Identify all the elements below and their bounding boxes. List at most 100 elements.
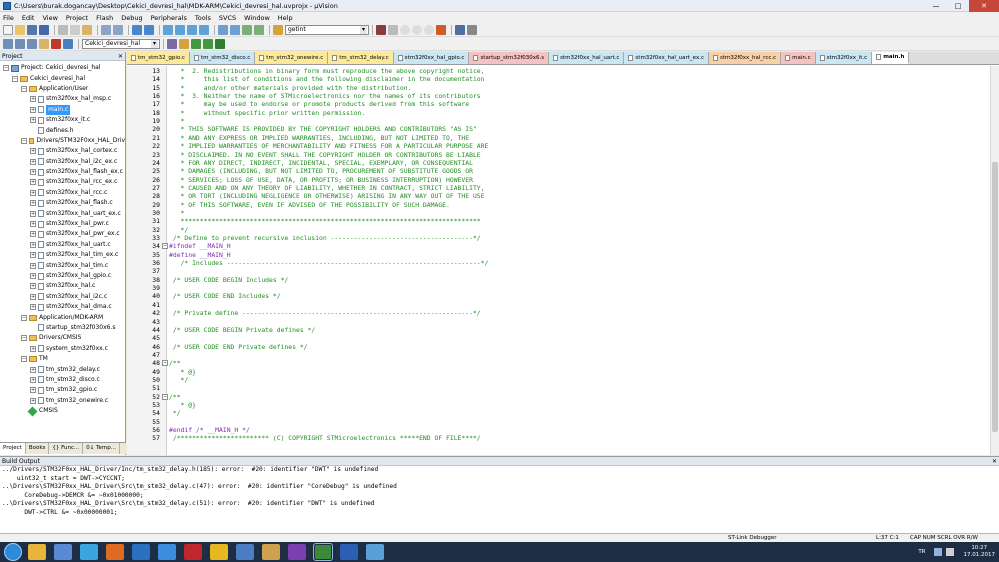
tree-expander-icon[interactable]: − — [12, 75, 18, 82]
editor-tab[interactable]: stm32f0xx_hal_uart.c — [549, 52, 625, 64]
tree-item[interactable]: − Drivers/CMSIS — [0, 333, 125, 343]
editor-tab[interactable]: stm32f0xx_hal_gpio.c — [393, 52, 470, 64]
bookmark-clear-icon[interactable] — [199, 24, 209, 35]
tree-item[interactable]: + stm32f0xx_hal_uart_ex.c — [0, 208, 125, 218]
breakpoint-enable-icon[interactable] — [412, 24, 422, 35]
stop-build-icon[interactable] — [51, 38, 61, 49]
project-panel-tab[interactable]: Project — [0, 443, 26, 454]
tree-item[interactable]: − Drivers/STM32F0xx_HAL_Driv — [0, 136, 125, 146]
find-icon[interactable] — [273, 24, 283, 35]
tree-expander-icon[interactable]: + — [30, 189, 36, 196]
messenger-icon[interactable] — [80, 544, 98, 560]
tree-item[interactable]: + stm32f0xx_hal_tim_ex.c — [0, 250, 125, 260]
tree-item[interactable]: startup_stm32f030x6.s — [0, 323, 125, 333]
tree-expander-icon[interactable]: + — [30, 106, 36, 113]
debug-icon[interactable] — [388, 24, 398, 35]
tree-item[interactable]: + tm_stm32_gpio.c — [0, 385, 125, 395]
tree-item[interactable]: + stm32f0xx_hal_cortex.c — [0, 146, 125, 156]
tree-item[interactable]: + tm_stm32_disco.c — [0, 375, 125, 385]
tree-item[interactable]: − TM — [0, 354, 125, 364]
menu-item-help[interactable]: Help — [278, 14, 293, 22]
tree-item[interactable]: + stm32f0xx_hal.c — [0, 281, 125, 291]
tree-item[interactable]: + stm32f0xx_hal_pwr.c — [0, 219, 125, 229]
editor-tab[interactable]: tm_stm32_delay.c — [328, 52, 394, 64]
comment-icon[interactable] — [242, 24, 252, 35]
breakpoint-icon[interactable] — [400, 24, 410, 35]
tree-expander-icon[interactable]: + — [30, 283, 36, 290]
batch-build-icon[interactable] — [39, 38, 49, 49]
translate-icon[interactable] — [3, 38, 13, 49]
network-icon[interactable] — [236, 544, 254, 560]
download-icon[interactable] — [63, 38, 73, 49]
editor-tab[interactable]: tm_stm32_onewire.c — [255, 52, 329, 64]
save-all-icon[interactable] — [39, 24, 49, 35]
tree-item[interactable]: + stm32f0xx_hal_i2c.c — [0, 292, 125, 302]
tree-expander-icon[interactable]: + — [30, 345, 36, 352]
breakpoint-disable-icon[interactable] — [424, 24, 434, 35]
office-icon[interactable] — [106, 544, 124, 560]
pack-installer-icon[interactable] — [203, 38, 213, 49]
monitor-icon[interactable] — [366, 544, 384, 560]
editor-tab[interactable]: stm32f0xx_hal_uart_ex.c — [624, 52, 709, 64]
tree-expander-icon[interactable]: + — [30, 387, 36, 394]
tree-item[interactable]: + stm32f0xx_hal_gpio.c — [0, 271, 125, 281]
tree-item[interactable]: + stm32f0xx_hal_rcc_ex.c — [0, 177, 125, 187]
minimize-button[interactable]: — — [925, 0, 947, 12]
target-select[interactable]: Cekici_devresi_hal — [82, 38, 160, 49]
fold-toggle-icon[interactable]: − — [162, 393, 168, 400]
tree-expander-icon[interactable]: + — [30, 148, 36, 155]
scrollbar-thumb[interactable] — [992, 162, 998, 432]
tree-expander-icon[interactable]: + — [30, 231, 36, 238]
start-button[interactable] — [4, 543, 22, 561]
menu-item-window[interactable]: Window — [244, 14, 270, 22]
tree-item[interactable]: CMSIS — [0, 406, 125, 417]
nav-back-icon[interactable] — [132, 24, 142, 35]
find-combo[interactable]: getint — [285, 24, 369, 35]
bookmark-prev-icon[interactable] — [175, 24, 185, 35]
bookmark-next-icon[interactable] — [187, 24, 197, 35]
menu-item-flash[interactable]: Flash — [96, 14, 113, 22]
file-extensions-icon[interactable] — [179, 38, 189, 49]
tree-item[interactable]: + tm_stm32_delay.c — [0, 364, 125, 374]
tree-item[interactable]: + stm32f0xx_hal_flash_ex.c — [0, 167, 125, 177]
volume-tray-icon[interactable] — [945, 548, 954, 556]
tree-expander-icon[interactable]: − — [21, 137, 27, 144]
editor-tab[interactable]: main.h — [872, 52, 910, 64]
tree-expander-icon[interactable]: − — [21, 356, 27, 363]
chrome-icon[interactable] — [210, 544, 228, 560]
paste-icon[interactable] — [82, 24, 92, 35]
indent-icon[interactable] — [218, 24, 228, 35]
outdent-icon[interactable] — [230, 24, 240, 35]
clock[interactable]: 10:27 17.01.2017 — [964, 545, 996, 559]
language-indicator[interactable]: TR — [918, 549, 925, 555]
tree-expander-icon[interactable]: − — [21, 335, 27, 342]
save-icon[interactable] — [27, 24, 37, 35]
media-icon[interactable] — [54, 544, 72, 560]
menu-item-debug[interactable]: Debug — [121, 14, 142, 22]
editor-tab[interactable]: stm32f0xx_hal_rcc.c — [708, 52, 782, 64]
nav-forward-icon[interactable] — [144, 24, 154, 35]
tree-item[interactable]: − Cekici_devresi_hal — [0, 73, 125, 83]
menu-item-peripherals[interactable]: Peripherals — [151, 14, 187, 22]
tree-item[interactable]: + stm32f0xx_hal_rcc.c — [0, 188, 125, 198]
breakpoint-kill-icon[interactable] — [436, 24, 446, 35]
menu-item-project[interactable]: Project — [66, 14, 88, 22]
tree-expander-icon[interactable]: − — [3, 65, 9, 72]
filezilla-icon[interactable] — [184, 544, 202, 560]
tree-item[interactable]: defines.h — [0, 125, 125, 135]
close-button[interactable]: ✕ — [969, 0, 999, 12]
app-icon[interactable] — [288, 544, 306, 560]
copy-icon[interactable] — [70, 24, 80, 35]
project-panel-tab[interactable]: 0↓ Temp... — [83, 443, 121, 454]
menu-item-file[interactable]: File — [3, 14, 14, 22]
undo-icon[interactable] — [101, 24, 111, 35]
fold-toggle-icon[interactable]: − — [162, 243, 168, 250]
tree-item[interactable]: − Project: Cekici_devresi_hal — [0, 63, 125, 73]
editor-tab[interactable]: tm_stm32_disco.c — [189, 52, 256, 64]
fold-toggle-icon[interactable]: − — [162, 360, 168, 367]
editor-tab[interactable]: tm_stm32_gpio.c — [127, 52, 190, 64]
rebuild-icon[interactable] — [27, 38, 37, 49]
tree-item[interactable]: − Application/User — [0, 84, 125, 94]
tree-expander-icon[interactable]: + — [30, 241, 36, 248]
tree-expander-icon[interactable]: + — [30, 376, 36, 383]
